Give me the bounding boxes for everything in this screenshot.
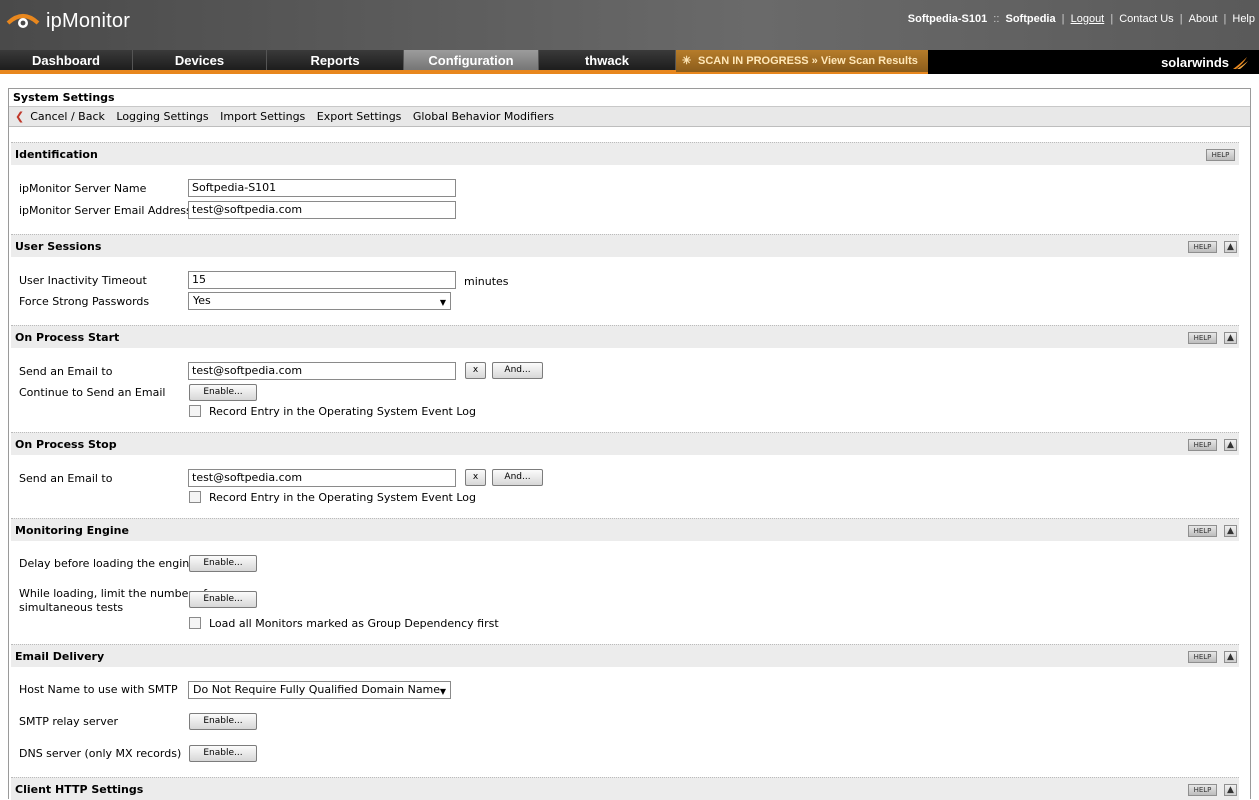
logout-link[interactable]: Logout [1071,13,1105,25]
tab-configuration[interactable]: Configuration [404,50,539,72]
load-group-dependency-label: Load all Monitors marked as Group Depend… [209,617,499,630]
back-arrow-icon[interactable]: ❮ [15,107,24,126]
smtp-relay-label: SMTP relay server [19,715,118,728]
collapse-icon[interactable]: ▲ [1224,651,1237,663]
start-send-email-input[interactable]: test@softpedia.com [188,362,456,380]
collapse-icon[interactable]: ▲ [1224,332,1237,344]
server-name: Softpedia-S101 [907,13,988,25]
continue-send-email-label: Continue to Send an Email [19,386,166,399]
separator: :: [993,13,1000,25]
smtp-host-value: Do Not Require Fully Qualified Domain Na… [193,683,441,696]
tab-reports[interactable]: Reports [267,50,404,72]
collapse-icon[interactable]: ▲ [1224,525,1237,537]
limit-enable-button[interactable]: Enable... [189,591,257,608]
collapse-icon[interactable]: ▲ [1224,784,1237,796]
top-links: Softpedia-S101 :: Softpedia | Logout | C… [907,13,1255,25]
scan-progress-link[interactable]: ✳ SCAN IN PROGRESS » View Scan Results [676,50,928,72]
delay-enable-button[interactable]: Enable... [189,555,257,572]
brand-logo: solarwinds [1161,55,1249,70]
help-button[interactable]: HELP [1188,332,1217,344]
section-identification: Identification HELP [11,142,1239,165]
tab-thwack[interactable]: thwack [539,50,676,72]
smtp-relay-enable-button[interactable]: Enable... [189,713,257,730]
spinner-icon: ✳ [682,55,692,67]
section-title: On Process Start [15,331,120,344]
app-logo[interactable]: ipMonitor [6,6,130,36]
start-record-checkbox[interactable] [189,405,201,417]
continue-enable-button[interactable]: Enable... [189,384,257,401]
strong-passwords-select[interactable]: Yes ▼ [188,292,451,310]
help-button[interactable]: HELP [1188,784,1217,796]
tab-devices[interactable]: Devices [133,50,267,72]
start-record-label: Record Entry in the Operating System Eve… [209,405,477,418]
flame-icon [1231,56,1249,70]
section-title: Identification [15,148,98,161]
sub-navigation: ❮ Cancel / Back Logging Settings Import S… [9,107,1250,127]
about-link[interactable]: About [1189,13,1218,25]
help-button[interactable]: HELP [1188,241,1217,253]
collapse-icon[interactable]: ▲ [1224,439,1237,451]
panel-title: System Settings [9,89,1250,107]
section-email-delivery: Email Delivery HELP ▲ [11,644,1239,667]
global-behavior-link[interactable]: Global Behavior Modifiers [413,107,554,126]
dns-server-enable-button[interactable]: Enable... [189,745,257,762]
stop-record-label: Record Entry in the Operating System Eve… [209,491,477,504]
app-name: ipMonitor [46,9,131,32]
help-button[interactable]: HELP [1188,439,1217,451]
collapse-icon[interactable]: ▲ [1224,241,1237,253]
server-name-input[interactable]: Softpedia-S101 [188,179,456,197]
cancel-back-link[interactable]: Cancel / Back [30,107,105,126]
stop-send-email-input[interactable]: test@softpedia.com [188,469,456,487]
help-button[interactable]: HELP [1188,651,1217,663]
timeout-unit: minutes [464,275,509,288]
smtp-host-label: Host Name to use with SMTP [19,683,178,696]
user-name: Softpedia [1005,13,1056,25]
stop-clear-email-button[interactable]: x [465,469,486,486]
strong-passwords-value: Yes [193,294,211,307]
start-send-email-label: Send an Email to [19,365,113,378]
stop-send-email-label: Send an Email to [19,472,113,485]
section-client-http: Client HTTP Settings HELP ▲ [11,777,1239,800]
import-settings-link[interactable]: Import Settings [220,107,305,126]
section-user-sessions: User Sessions HELP ▲ [11,234,1239,257]
dropdown-arrow-icon: ▼ [439,687,446,696]
logging-settings-link[interactable]: Logging Settings [116,107,208,126]
section-title: Monitoring Engine [15,524,129,537]
smtp-host-select[interactable]: Do Not Require Fully Qualified Domain Na… [188,681,451,699]
section-monitoring-engine: Monitoring Engine HELP ▲ [11,518,1239,541]
app-header: ipMonitor Softpedia-S101 :: Softpedia | … [0,0,1259,50]
section-title: User Sessions [15,240,102,253]
stop-record-checkbox[interactable] [189,491,201,503]
tab-dashboard[interactable]: Dashboard [0,50,133,72]
inactivity-timeout-input[interactable]: 15 [188,271,456,289]
start-clear-email-button[interactable]: x [465,362,486,379]
server-email-input[interactable]: test@softpedia.com [188,201,456,219]
section-title: Client HTTP Settings [15,783,144,796]
scan-status-text: SCAN IN PROGRESS » View Scan Results [698,55,918,67]
load-group-dependency-checkbox[interactable] [189,617,201,629]
server-name-label: ipMonitor Server Name [19,182,147,195]
stop-and-button[interactable]: And... [492,469,543,486]
strong-passwords-label: Force Strong Passwords [19,295,150,308]
inactivity-timeout-label: User Inactivity Timeout [19,274,147,287]
brand-name: solarwinds [1161,55,1229,70]
export-settings-link[interactable]: Export Settings [317,107,402,126]
help-button[interactable]: HELP [1188,525,1217,537]
limit-tests-label-line1: While loading, limit the number of [19,587,208,600]
section-process-start: On Process Start HELP ▲ [11,325,1239,348]
help-link[interactable]: Help [1232,13,1255,25]
contact-us-link[interactable]: Contact Us [1119,13,1173,25]
delay-engine-label: Delay before loading the engine [19,557,197,570]
server-email-label: ipMonitor Server Email Address [19,204,192,217]
section-title: Email Delivery [15,650,105,663]
dns-server-label: DNS server (only MX records) [19,747,182,760]
limit-tests-label-line2: simultaneous tests [19,601,124,614]
section-title: On Process Stop [15,438,117,451]
dropdown-arrow-icon: ▼ [439,298,446,307]
help-button[interactable]: HELP [1206,149,1235,161]
section-process-stop: On Process Stop HELP ▲ [11,432,1239,455]
start-and-button[interactable]: And... [492,362,543,379]
eye-logo-icon [6,11,40,31]
